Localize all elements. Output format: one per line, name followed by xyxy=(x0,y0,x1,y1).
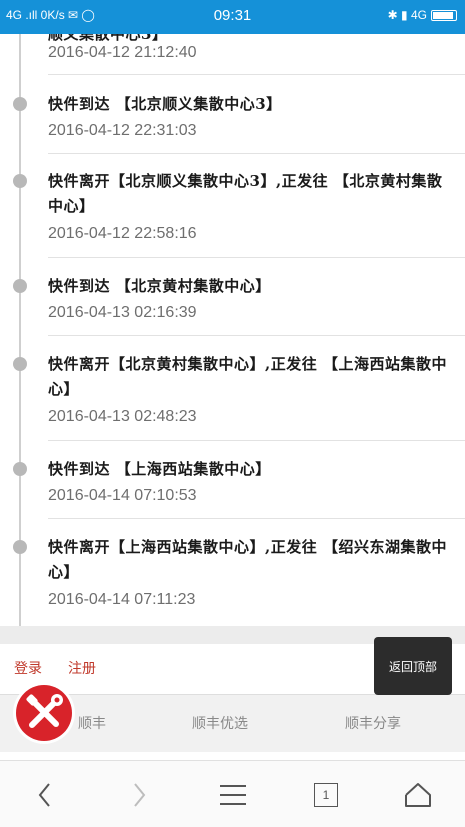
tracking-timeline[interactable]: 顺义集散中心3】 2016-04-12 21:12:40 快件到达 【北京顺义集… xyxy=(0,34,465,626)
timeline-dot xyxy=(13,357,27,371)
browser-toolbar: 1 xyxy=(0,760,465,827)
timeline-dot xyxy=(13,97,27,111)
back-to-top-button[interactable]: 返回顶部 xyxy=(374,637,452,695)
timeline-dot xyxy=(13,462,27,476)
register-link[interactable]: 注册 xyxy=(68,658,96,678)
timeline-desc: 快件到达 【北京顺义集散中心3】 xyxy=(48,95,282,113)
timeline-time: 2016-04-13 02:16:39 xyxy=(48,304,197,321)
timeline-line xyxy=(19,34,21,626)
tabs-icon[interactable]: 1 xyxy=(308,777,344,813)
timeline-time: 2016-04-12 22:58:16 xyxy=(48,225,197,242)
status-right-icons: ✱ ▮ 4G xyxy=(388,8,457,22)
footer-link-sf[interactable]: 顺丰 xyxy=(78,713,106,733)
forward-icon[interactable] xyxy=(121,777,157,813)
timeline-separator xyxy=(48,440,465,441)
timeline-dot xyxy=(13,174,27,188)
timeline-separator xyxy=(48,257,465,258)
battery-icon xyxy=(431,9,457,21)
timeline-time: 2016-04-14 07:11:23 xyxy=(48,591,196,608)
timeline-separator xyxy=(48,74,465,75)
timeline-dot xyxy=(13,540,27,554)
timeline-time: 2016-04-14 07:10:53 xyxy=(48,487,197,504)
home-icon[interactable] xyxy=(400,777,436,813)
back-to-top-label: 返回顶部 xyxy=(388,659,437,674)
timeline-time: 2016-04-12 22:31:03 xyxy=(48,122,197,139)
timeline-desc: 快件离开【上海西站集散中心】,正发往 【绍兴东湖集散中心】 xyxy=(48,538,447,581)
back-icon[interactable] xyxy=(27,777,63,813)
timeline-time: 2016-04-13 02:48:23 xyxy=(48,408,197,425)
timeline-separator xyxy=(48,335,465,336)
timeline-desc: 快件离开【北京顺义集散中心3】,正发往 【北京黄村集散中心】 xyxy=(48,172,443,215)
timeline-desc: 快件离开【北京黄村集散中心】,正发往 【上海西站集散中心】 xyxy=(48,355,447,398)
login-link[interactable]: 登录 xyxy=(14,658,42,678)
status-right-text: ✱ ▮ 4G xyxy=(387,8,427,22)
tab-count: 1 xyxy=(314,783,338,807)
timeline-separator xyxy=(48,518,465,519)
timeline-separator xyxy=(48,153,465,154)
menu-icon[interactable] xyxy=(215,777,251,813)
timeline-time: 2016-04-12 21:12:40 xyxy=(48,44,197,61)
status-bar: 4G .ıll 0K/s ✉ ◯ 09:31 ✱ ▮ 4G xyxy=(0,0,465,34)
timeline-desc: 快件到达 【北京黄村集散中心】 xyxy=(48,277,271,295)
footer-link-sf-youxuan[interactable]: 顺丰优选 xyxy=(192,713,248,733)
footer-link-sf-share[interactable]: 顺丰分享 xyxy=(345,713,401,733)
timeline-desc: 快件到达 【上海西站集散中心】 xyxy=(48,460,271,478)
timeline-dot xyxy=(13,279,27,293)
tools-app-icon[interactable] xyxy=(12,681,76,745)
